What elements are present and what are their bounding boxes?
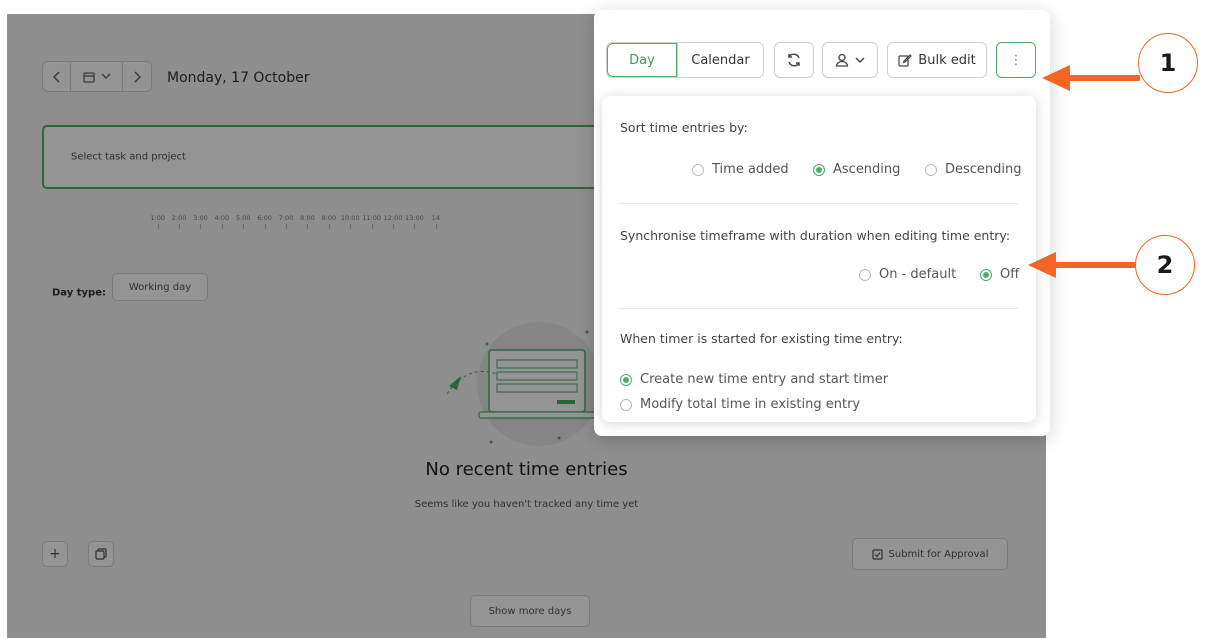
radio-button-selected[interactable]	[620, 373, 632, 386]
sort-option-ascending[interactable]: Ascending	[813, 162, 900, 177]
annotation-arrow-1-icon	[1042, 65, 1140, 91]
annotation-marker-1: 1	[1138, 33, 1198, 93]
radio-button-selected[interactable]	[813, 163, 825, 176]
screenshot-root: Monday, 17 October Select task and proje…	[0, 0, 1207, 638]
tab-day[interactable]: Day	[607, 43, 677, 77]
radio-button[interactable]	[692, 163, 704, 176]
radio-label: Descending	[945, 162, 1022, 177]
timer-option-create-new[interactable]: Create new time entry and start timer	[620, 372, 888, 387]
view-mode-toggle: Day Calendar	[606, 42, 764, 78]
radio-label: Time added	[712, 162, 789, 177]
tab-calendar[interactable]: Calendar	[677, 43, 763, 77]
view-toolbar: Day Calendar Bulk edit ⋮	[594, 10, 1050, 90]
timer-option-modify-total[interactable]: Modify total time in existing entry	[620, 397, 860, 412]
bulk-edit-button[interactable]: Bulk edit	[887, 42, 987, 78]
settings-dropdown: Sort time entries by: Time added Ascendi…	[602, 96, 1036, 422]
sort-option-descending[interactable]: Descending	[925, 162, 1022, 177]
radio-button-selected[interactable]	[980, 268, 992, 281]
more-vertical-icon: ⋮	[1009, 52, 1023, 68]
radio-label: On - default	[879, 267, 957, 282]
annotation-arrow-2-icon	[1028, 252, 1136, 278]
annotation-marker-2: 2	[1135, 235, 1195, 295]
radio-button[interactable]	[925, 163, 937, 176]
divider	[620, 203, 1018, 204]
radio-label: Off	[1000, 267, 1020, 282]
refresh-icon	[788, 53, 800, 67]
refresh-button[interactable]	[774, 42, 814, 78]
sync-option-off[interactable]: Off	[980, 267, 1019, 282]
radio-label: Modify total time in existing entry	[640, 397, 861, 412]
divider	[620, 308, 1018, 309]
timer-label: When timer is started for existing time …	[620, 331, 903, 346]
sort-label: Sort time entries by:	[620, 120, 748, 135]
radio-label: Create new time entry and start timer	[640, 372, 889, 387]
more-options-button[interactable]: ⋮	[996, 42, 1036, 78]
bulk-edit-label: Bulk edit	[918, 52, 976, 68]
radio-label: Ascending	[833, 162, 901, 177]
sync-label: Synchronise timeframe with duration when…	[620, 228, 1011, 243]
user-filter-button[interactable]	[822, 42, 878, 78]
toolbar-panel: Day Calendar Bulk edit ⋮ Sort time entri…	[594, 10, 1050, 436]
sort-option-time-added[interactable]: Time added	[692, 162, 789, 177]
radio-button[interactable]	[859, 268, 871, 281]
sync-option-on-default[interactable]: On - default	[859, 267, 956, 282]
radio-button[interactable]	[620, 398, 632, 411]
chevron-down-icon	[855, 57, 865, 63]
user-icon	[835, 53, 849, 67]
edit-icon	[898, 54, 913, 67]
